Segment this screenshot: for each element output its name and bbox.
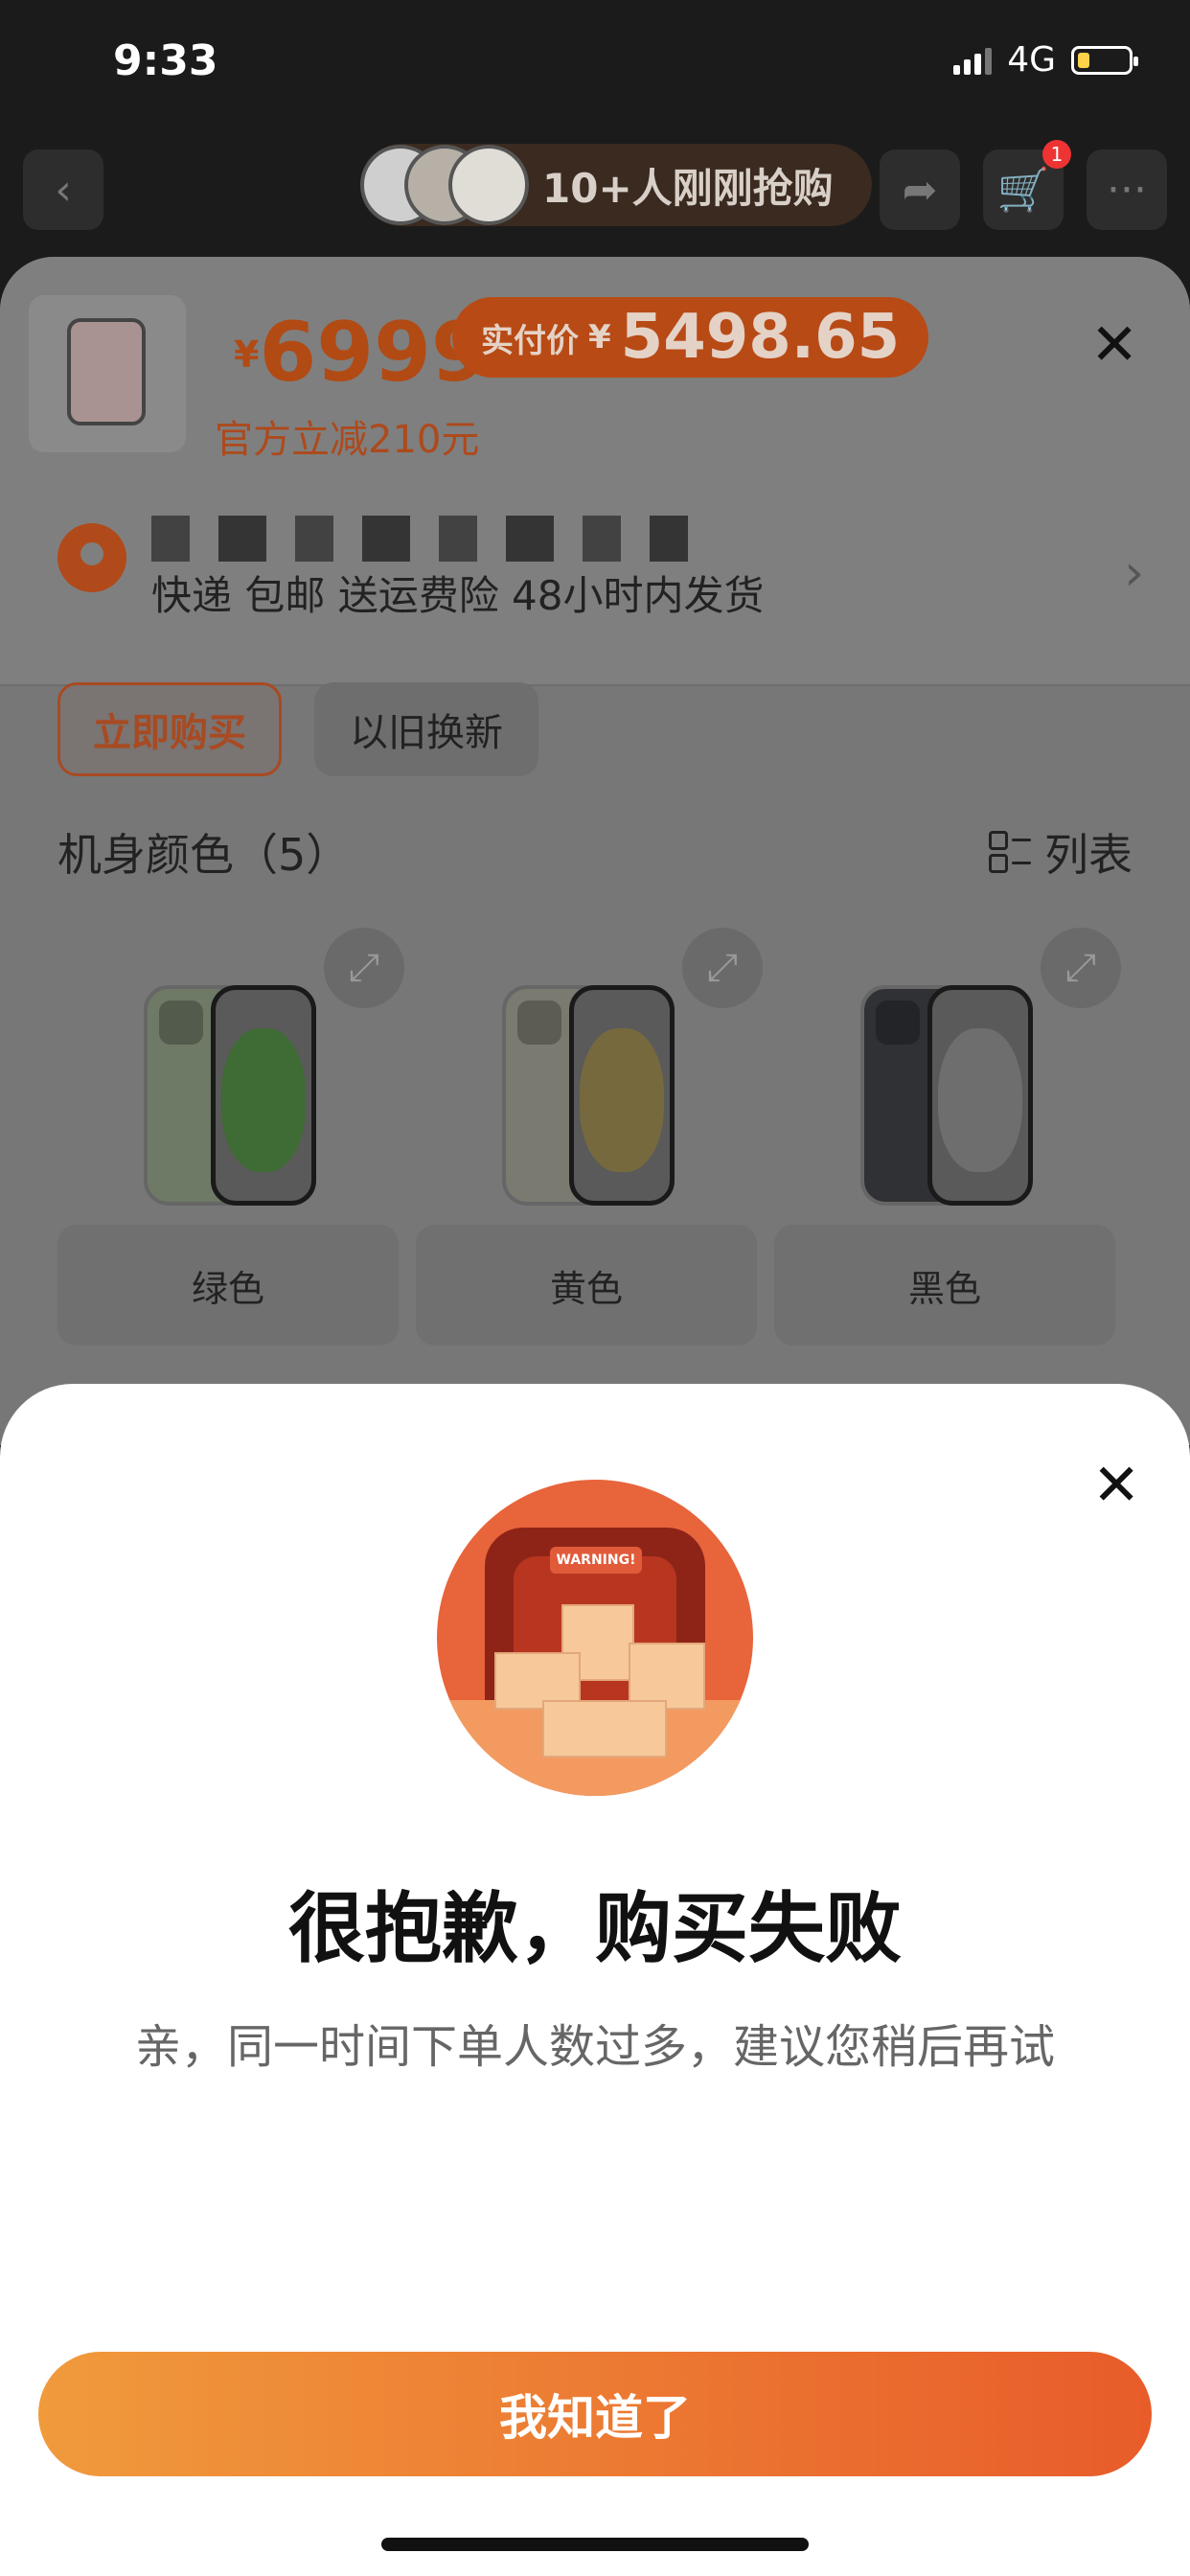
tab-buy-now[interactable]: 立即购买 [57,682,282,776]
phone-front-image [211,985,316,1206]
modal-title: 很抱歉，购买失败 [288,1884,902,1973]
status-time: 9:33 [113,36,218,85]
share-button[interactable]: ➦ [880,150,960,230]
color-swatch-yellow[interactable]: ⤢ 黄色 [416,928,772,1445]
warning-sign: WARNING! [550,1547,642,1574]
status-bar: 9:33 4G [0,0,1190,134]
cart-icon: 🛒 [996,166,1050,215]
tab-trade-in[interactable]: 以旧换新 [314,682,538,776]
purchase-failed-modal: ✕ WARNING! 很抱歉，购买失败 亲，同一时间下单人数过多，建议您稍后再试… [0,1384,1190,2576]
color-section-title: 机身颜色（5） [57,829,351,881]
recent-buyers-pill: 10+人刚刚抢购 [360,144,872,226]
modal-description: 亲，同一时间下单人数过多，建议您稍后再试 [134,2020,1055,2074]
home-indicator[interactable] [381,2538,809,2551]
list-toggle-label: 列表 [1044,829,1133,881]
expand-icon[interactable]: ⤢ [1041,928,1121,1008]
package-icon [542,1700,667,1758]
more-icon: ··· [1107,165,1147,215]
delivery-info[interactable]: 快递 包邮 送运费险 48小时内发货 [151,564,765,622]
real-pay-label: 实付价 [481,321,579,360]
expand-icon[interactable]: ⤢ [682,928,763,1008]
confirm-button[interactable]: 我知道了 [38,2352,1152,2476]
cart-button[interactable]: 🛒 1 [983,140,1071,230]
swatch-label: 黄色 [416,1225,757,1346]
product-thumbnail [29,295,186,452]
more-button[interactable]: ··· [1087,150,1167,230]
battery-icon [1071,45,1138,75]
status-indicators: 4G [953,40,1138,80]
recent-buyers-text: 10+人刚刚抢购 [542,164,834,212]
share-icon: ➦ [902,165,938,215]
list-icon [989,831,1031,873]
close-icon: ✕ [1092,1452,1141,1519]
modal-close-button[interactable]: ✕ [1092,1457,1140,1514]
signal-icon [953,46,993,75]
network-type: 4G [1007,40,1056,80]
discount-text: 官方立减210元 [215,418,480,462]
real-pay-currency: ¥ [588,318,611,356]
sheet-close-button[interactable]: ✕ [1090,316,1138,374]
back-button[interactable]: ‹ [23,150,103,230]
chevron-right-icon[interactable]: › [1124,544,1144,602]
price-currency: ¥ [234,334,260,376]
location-pin-icon [57,523,126,592]
real-pay-value: 5498.65 [620,302,901,373]
real-pay-badge: 实付价 ¥ 5498.65 [452,297,929,378]
close-icon: ✕ [1090,311,1139,379]
chevron-left-icon: ‹ [55,165,72,215]
phone-front-image [569,985,675,1206]
color-swatch-black[interactable]: ⤢ 黑色 [774,928,1131,1445]
swatch-label: 黑色 [774,1225,1115,1346]
price: ¥6999 [234,305,489,401]
color-swatch-green[interactable]: ⤢ 绿色 [57,928,414,1445]
cart-badge: 1 [1042,140,1071,169]
expand-icon[interactable]: ⤢ [324,928,404,1008]
avatar [448,145,529,225]
phone-front-image [927,985,1033,1206]
top-bar: ‹ 10+人刚刚抢购 ➦ 🛒 1 ··· [0,140,1190,249]
redacted-address [151,516,688,562]
list-view-toggle[interactable]: 列表 [989,820,1133,884]
swatch-label: 绿色 [57,1225,399,1346]
sheet-header: ¥6999 实付价 ¥ 5498.65 官方立减210元 ✕ 快递 包邮 送运费… [0,257,1190,686]
product-sheet: ¥6999 实付价 ¥ 5498.65 官方立减210元 ✕ 快递 包邮 送运费… [0,257,1190,1445]
price-value: 6999 [259,305,489,401]
warning-illustration: WARNING! [437,1480,753,1796]
